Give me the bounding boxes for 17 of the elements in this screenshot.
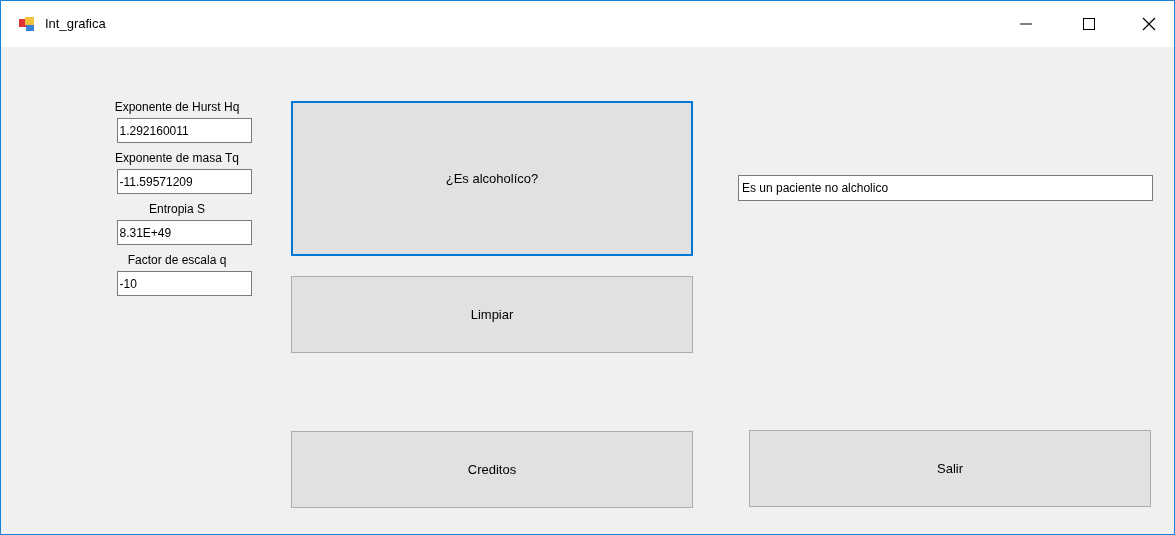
input-field[interactable]: -11.59571209 xyxy=(116,169,252,194)
field-label: Entropia S xyxy=(148,202,205,217)
maximize-icon[interactable] xyxy=(1083,18,1095,30)
app-icon xyxy=(19,16,35,32)
field-label: Exponente de Hurst Hq xyxy=(114,100,240,115)
action-button[interactable]: Limpiar xyxy=(291,276,693,353)
action-button[interactable]: ¿Es alcoholíco? xyxy=(291,101,693,256)
action-button[interactable]: Salir xyxy=(749,430,1151,507)
input-field[interactable]: 8.31E+49 xyxy=(116,220,252,245)
field-label: Exponente de masa Tq xyxy=(115,151,239,166)
action-button[interactable]: Creditos xyxy=(291,431,693,508)
result-field[interactable]: Es un paciente no alcholico xyxy=(738,175,1153,201)
close-icon[interactable] xyxy=(1142,17,1156,31)
field-label: Factor de escala q xyxy=(127,253,227,268)
input-field[interactable]: -10 xyxy=(116,271,252,296)
input-field[interactable]: 1.292160011 xyxy=(116,118,252,143)
window-title: Int_grafica xyxy=(45,15,106,34)
